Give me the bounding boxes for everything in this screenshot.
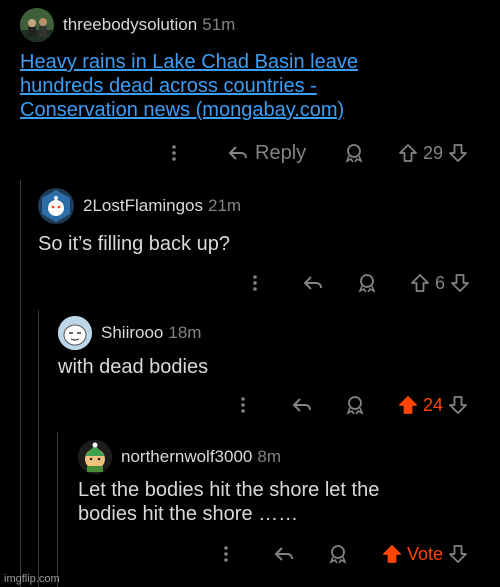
vote-score: 29 (423, 142, 444, 163)
award-icon (329, 545, 347, 564)
vote-score: Vote (407, 543, 444, 564)
award-button[interactable] (344, 143, 364, 163)
more-vertical-icon (241, 397, 245, 413)
vote-score: 24 (423, 394, 444, 415)
more-options-button[interactable] (170, 143, 178, 163)
downvote-arrow-icon[interactable] (448, 143, 468, 163)
downvote-arrow-icon[interactable] (450, 273, 470, 293)
comment-actions: 6 (0, 271, 500, 295)
reply-arrow-icon (292, 398, 311, 412)
vote-controls: 6 (410, 273, 470, 294)
upvote-arrow-icon[interactable] (410, 273, 430, 293)
reply-button[interactable] (273, 545, 295, 563)
more-vertical-icon (172, 145, 176, 161)
article-link[interactable]: Heavy rains in Lake Chad Basin leave hun… (20, 51, 358, 121)
timestamp: 18m (168, 323, 202, 342)
comment-header: threebodysolution 51m (20, 8, 235, 42)
reply-label: Reply (255, 141, 307, 164)
award-icon (358, 274, 376, 293)
comment-actions: 24 (0, 393, 500, 417)
comment-body: So it’s filling back up? (38, 233, 230, 255)
username[interactable]: northernwolf3000 (121, 447, 252, 467)
comment-body: Heavy rains in Lake Chad Basin leave hun… (20, 50, 440, 122)
username[interactable]: Shiirooo (101, 323, 163, 343)
upvote-arrow-icon[interactable] (398, 395, 418, 415)
reply-arrow-icon (228, 146, 247, 160)
vote-score: 6 (435, 272, 446, 293)
award-icon (345, 144, 363, 163)
username[interactable]: 2LostFlamingos (83, 196, 203, 216)
reply-button[interactable]: Reply (227, 142, 306, 165)
comment-actions: Reply 29 (0, 141, 500, 165)
more-options-button[interactable] (239, 395, 247, 415)
reply-button[interactable] (291, 396, 313, 414)
comment-northernwolf3000: northernwolf3000 8m Let the bodies hit t… (0, 432, 500, 587)
more-options-button[interactable] (251, 273, 259, 293)
comment-threebodysolution: threebodysolution 51m Heavy rains in Lak… (0, 0, 500, 180)
downvote-arrow-icon[interactable] (448, 544, 468, 564)
comment-actions: Vote (0, 542, 500, 566)
watermark: imgflip.com (4, 573, 60, 585)
avatar[interactable] (38, 188, 74, 224)
avatar[interactable] (78, 440, 112, 474)
vote-controls: 29 (398, 143, 468, 164)
timestamp: 21m (208, 196, 242, 215)
avatar[interactable] (58, 316, 92, 350)
comment-header: 2LostFlamingos 21m (38, 188, 241, 224)
avatar[interactable] (20, 8, 54, 42)
downvote-arrow-icon[interactable] (448, 395, 468, 415)
reply-button[interactable] (302, 274, 324, 292)
award-button[interactable] (345, 395, 365, 415)
upvote-arrow-icon[interactable] (382, 544, 402, 564)
comment-2lostflamingos: 2LostFlamingos 21m So it’s filling back … (0, 180, 500, 310)
comment-body: Let the bodies hit the shore let the bod… (78, 479, 380, 525)
comment-shiirooo: Shiirooo 18m with dead bodies 24 (0, 310, 500, 432)
comment-body: with dead bodies (58, 356, 209, 378)
more-vertical-icon (253, 275, 257, 291)
username[interactable]: threebodysolution (63, 15, 197, 35)
more-options-button[interactable] (222, 544, 230, 564)
award-button[interactable] (357, 273, 377, 293)
award-icon (346, 396, 364, 415)
reply-arrow-icon (303, 276, 322, 290)
award-button[interactable] (328, 544, 348, 564)
timestamp: 8m (257, 447, 281, 466)
comment-header: northernwolf3000 8m (78, 440, 281, 474)
upvote-arrow-icon[interactable] (398, 143, 418, 163)
vote-controls: 24 (398, 395, 468, 416)
more-vertical-icon (224, 546, 228, 562)
reply-arrow-icon (274, 547, 293, 561)
vote-controls: Vote (382, 544, 468, 565)
comment-header: Shiirooo 18m (58, 316, 201, 350)
timestamp: 51m (202, 15, 236, 34)
